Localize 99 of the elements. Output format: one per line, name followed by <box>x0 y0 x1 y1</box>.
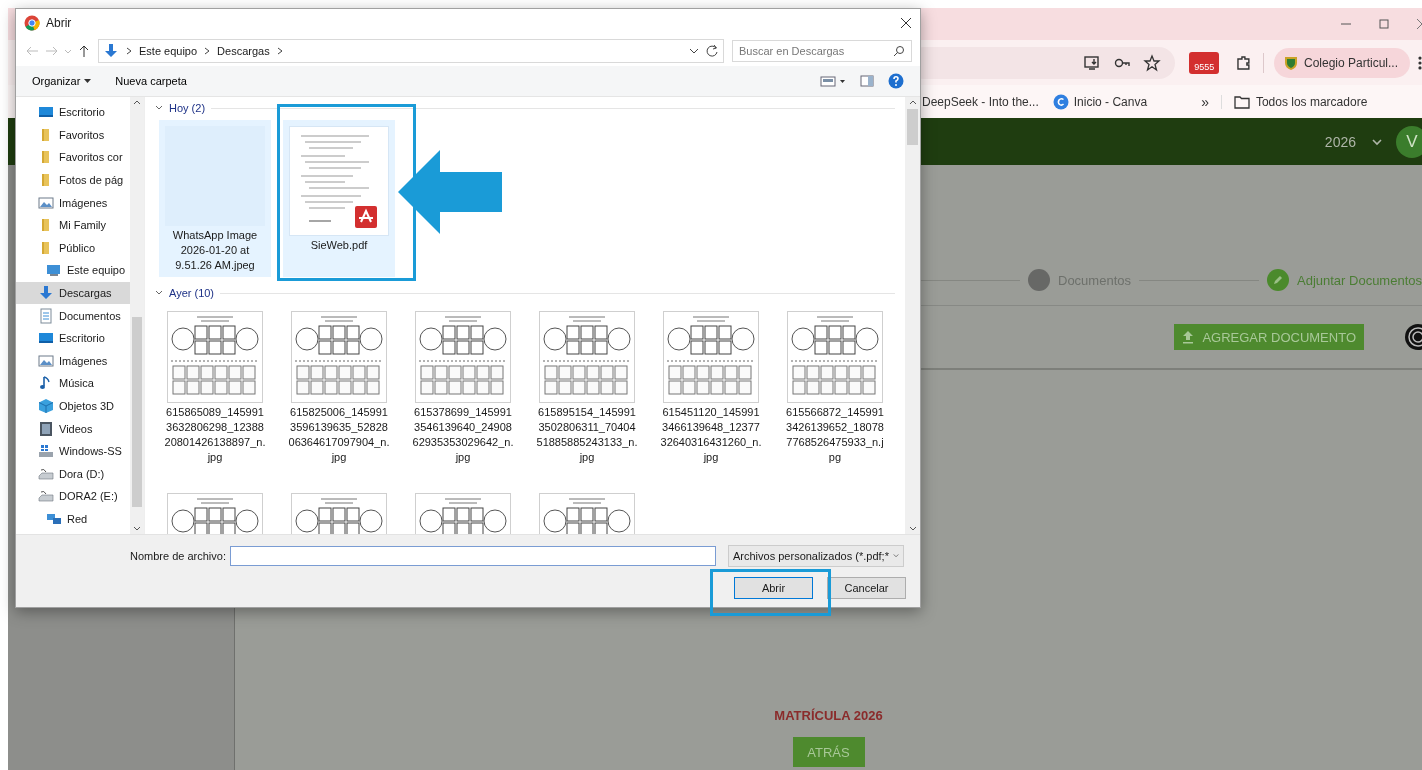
scroll-down-icon[interactable] <box>908 526 917 532</box>
all-bookmarks[interactable]: Todos los marcadore <box>1220 94 1368 109</box>
file-name-field[interactable] <box>230 546 716 566</box>
group-header[interactable]: Hoy (2) <box>169 102 206 114</box>
file-name: 615566872_145991 3426139652_18078 7768526475933_n.j pg <box>786 405 884 465</box>
download-icon <box>38 285 54 302</box>
breadcrumb-item[interactable]: Este equipo <box>139 45 198 57</box>
help-icon[interactable] <box>888 73 904 89</box>
user-avatar[interactable]: V <box>1396 125 1422 158</box>
document-icon <box>38 307 54 324</box>
step-label: Adjuntar Documentos <box>1297 272 1422 288</box>
install-app-icon[interactable] <box>1083 53 1102 72</box>
chevron-down-icon[interactable] <box>155 104 163 112</box>
close-icon[interactable] <box>900 16 912 29</box>
nav-item[interactable]: Fotos de pág <box>16 168 130 192</box>
shield-icon <box>1284 54 1298 71</box>
nav-item[interactable]: Música <box>16 372 130 395</box>
file-name: 615378699_145991 3546139640_24908 62935353029642_n. jpg <box>412 405 514 465</box>
nav-item[interactable]: Red <box>16 507 130 531</box>
scrollbar[interactable] <box>130 97 144 534</box>
file-tile[interactable]: 615378699_145991 3546139640_24908 62935353029642_n. jpg <box>407 305 519 469</box>
network-icon <box>46 511 62 527</box>
breadcrumb-item[interactable]: Descargas <box>217 45 270 57</box>
file-tile[interactable]: 615865089_145991 3632806298_12388 20801426138897_n. jpg <box>159 305 271 469</box>
organize-menu[interactable]: Organizar <box>32 75 92 87</box>
chevron-down-icon[interactable] <box>155 289 163 297</box>
profile-chip[interactable]: Colegio Particul... <box>1274 47 1411 78</box>
nav-item[interactable]: Objetos 3D <box>16 394 130 418</box>
drive-icon <box>38 488 54 505</box>
nav-item[interactable]: DORA2 (E:) <box>16 485 130 508</box>
scroll-thumb[interactable] <box>907 109 918 145</box>
open-button[interactable]: Abrir <box>734 577 813 599</box>
chevron-right-icon <box>275 47 284 55</box>
bookmark[interactable]: Inicio - Canva <box>1052 93 1148 110</box>
nav-item[interactable]: Favoritos <box>16 123 130 147</box>
nav-item[interactable]: Mi Family <box>16 213 130 237</box>
canva-logo-icon <box>1052 93 1069 110</box>
menu-icon[interactable] <box>1418 54 1422 71</box>
nav-item[interactable]: Imágenes <box>16 349 130 373</box>
new-folder-button[interactable]: Nueva carpeta <box>115 75 187 87</box>
nav-item[interactable]: Escritorio <box>16 326 130 350</box>
file-tile[interactable]: 615895154_145991 3502806311_70404 51885885243133_n. jpg <box>531 305 643 469</box>
more-bookmarks[interactable]: » <box>1201 93 1209 110</box>
file-name: 615825006_145991 3596139635_52828 06364617097904_n. jpg <box>288 405 390 465</box>
search-icon <box>893 45 905 57</box>
file-name: SieWeb.pdf <box>310 238 368 253</box>
chevron-down-icon[interactable] <box>1372 137 1382 146</box>
nav-item[interactable]: Documentos <box>16 304 130 327</box>
dialog-title: Abrir <box>46 15 72 30</box>
nav-item[interactable]: Público <box>16 236 130 260</box>
system-drive-icon <box>38 443 54 460</box>
pictures-icon <box>38 352 54 369</box>
file-tile[interactable]: 615825006_145991 3596139635_52828 06364617097904_n. jpg <box>283 305 395 469</box>
nav-item[interactable]: Este equipo <box>16 259 130 282</box>
nav-item[interactable]: Descargas <box>16 281 130 305</box>
chevron-right-icon <box>125 47 133 55</box>
star-icon[interactable] <box>1143 53 1162 72</box>
folder-icon <box>1233 94 1250 109</box>
group-header[interactable]: Ayer (10) <box>169 287 215 299</box>
nav-item[interactable]: Videos <box>16 417 130 440</box>
year-select[interactable]: 2026 <box>1324 133 1356 150</box>
search-field[interactable]: Buscar en Descargas <box>732 40 912 62</box>
extension-badge[interactable]: 9555 <box>1189 51 1220 74</box>
scroll-up-icon[interactable] <box>908 99 917 105</box>
nav-item[interactable]: Windows-SS <box>16 439 130 463</box>
download-icon <box>103 43 119 59</box>
cancel-button[interactable]: Cancelar <box>827 577 906 599</box>
scroll-down-icon[interactable] <box>133 526 141 532</box>
chevron-down-icon[interactable] <box>689 47 699 55</box>
file-name-label: Nombre de archivo: <box>129 550 226 562</box>
nav-item[interactable]: Imágenes <box>16 191 130 214</box>
film-icon <box>38 420 54 437</box>
file-tile[interactable]: 615566872_145991 3426139652_18078 7768526475933_n.j pg <box>779 305 891 469</box>
nav-item[interactable]: Escritorio <box>16 101 130 124</box>
file-name: 615451120_145991 3466139648_12377 32640316431260_n. jpg <box>660 405 762 465</box>
scrollbar[interactable] <box>905 97 920 534</box>
file-type-select[interactable]: Archivos personalizados (*.pdf;* <box>728 545 904 567</box>
puzzle-icon[interactable] <box>1235 53 1253 72</box>
address-field[interactable]: Este equipo Descargas <box>98 39 724 63</box>
file-name: WhatsApp Image 2026-01-20 at 9.51.26 AM.jpeg <box>172 228 258 273</box>
chevron-right-icon <box>203 47 212 55</box>
nav-item[interactable]: Dora (D:) <box>16 462 130 486</box>
upload-icon <box>1182 330 1195 344</box>
nav-item[interactable]: Favoritos cor <box>16 146 130 169</box>
cube-icon <box>38 398 54 414</box>
file-tile[interactable]: 615451120_145991 3466139648_12377 32640316431260_n. jpg <box>655 305 767 469</box>
computer-icon <box>46 262 62 279</box>
file-tile[interactable]: WhatsApp Image 2026-01-20 at 9.51.26 AM.jpeg <box>159 120 271 277</box>
scroll-thumb[interactable] <box>132 317 142 507</box>
chevron-down-icon <box>892 553 899 559</box>
refresh-icon[interactable] <box>705 44 719 58</box>
view-options-icon[interactable] <box>820 75 846 87</box>
scroll-up-icon[interactable] <box>133 99 141 105</box>
enrollment-title: MATRÍCULA 2026 <box>774 708 883 723</box>
chrome-logo-icon <box>24 14 40 31</box>
pictures-icon <box>38 194 54 211</box>
file-name: 615865089_145991 3632806298_12388 20801426138897_n. jpg <box>164 405 266 465</box>
file-name: 615895154_145991 3502806311_70404 51885885243133_n. jpg <box>536 405 638 465</box>
file-tile[interactable]: SieWeb.pdf <box>283 120 395 277</box>
